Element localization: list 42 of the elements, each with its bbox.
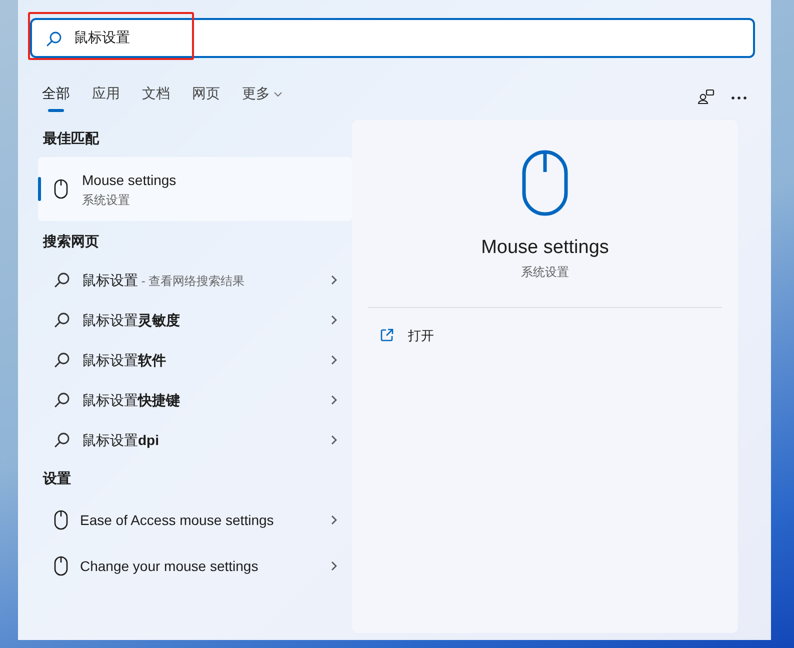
settings-result-item[interactable]: Change your mouse settings: [38, 543, 352, 589]
detail-title: Mouse settings: [481, 236, 609, 260]
chevron-icon: [330, 394, 338, 406]
selection-indicator: [38, 177, 41, 201]
more-icon: [731, 96, 747, 100]
tab[interactable]: 更多: [230, 82, 293, 112]
chevron-icon: [330, 434, 338, 446]
section-heading: 设置: [43, 469, 72, 488]
tab[interactable]: 网页: [180, 82, 230, 112]
open-action[interactable]: 打开: [378, 322, 436, 349]
settings-result-item[interactable]: Ease of Access mouse settings: [38, 497, 352, 543]
search-field[interactable]: 鼠标设置: [30, 18, 755, 58]
search-icon: [54, 312, 70, 328]
search-icon: [54, 272, 70, 288]
search-icon: [54, 432, 70, 448]
tab[interactable]: 全部: [30, 82, 80, 112]
web-result-item[interactable]: 鼠标设置软件: [38, 340, 352, 380]
result-item[interactable]: Mouse settings 系统设置: [38, 157, 352, 221]
web-result-item[interactable]: 鼠标设置dpi: [38, 420, 352, 460]
person-icon: [697, 88, 715, 106]
web-result-item[interactable]: 鼠标设置快捷键: [38, 380, 352, 420]
mouse-icon: [54, 510, 68, 530]
chevron-icon: [330, 274, 338, 286]
chevron-icon: [330, 314, 338, 326]
tab[interactable]: 文档: [130, 82, 180, 112]
search-icon: [54, 352, 70, 368]
chevron-icon: [330, 354, 338, 366]
chevron-icon: [330, 560, 338, 572]
mouse-icon: [54, 556, 68, 576]
chevron-icon: [330, 514, 338, 526]
web-result-item[interactable]: 鼠标设置 - 查看网络搜索结果: [38, 260, 352, 300]
section-heading: 最佳匹配: [43, 129, 100, 148]
section-heading: 搜索网页: [43, 232, 100, 251]
search-icon: [46, 31, 62, 47]
web-result-item[interactable]: 鼠标设置灵敏度: [38, 300, 352, 340]
search-icon: [54, 392, 70, 408]
mouse-icon: [54, 179, 68, 199]
external-link-icon: [380, 328, 394, 342]
caret-icon: [273, 90, 283, 98]
detail-subtitle: 系统设置: [521, 264, 569, 280]
tab[interactable]: 应用: [80, 82, 130, 112]
mouse-icon: [522, 150, 568, 216]
